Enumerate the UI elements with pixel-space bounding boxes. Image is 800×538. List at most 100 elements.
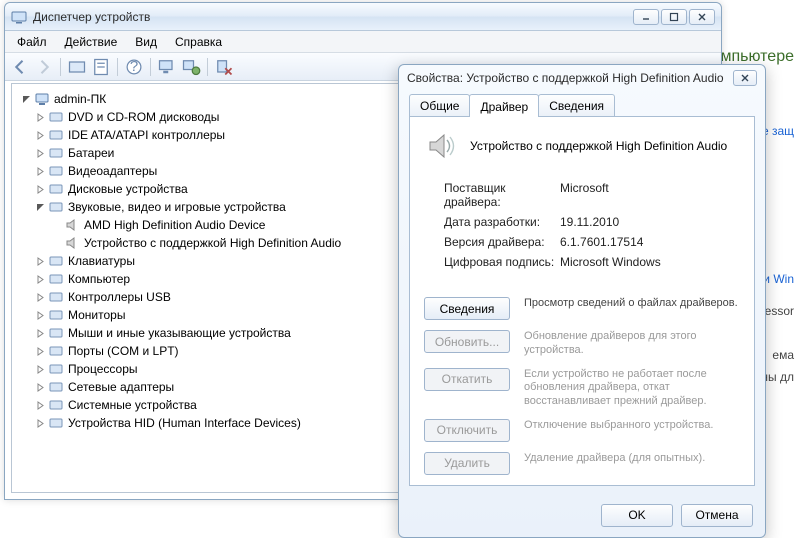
tree-root-label: admin-ПК [54, 92, 106, 106]
category-icon [48, 109, 64, 125]
devmgr-icon [11, 9, 27, 25]
category-icon [48, 127, 64, 143]
svg-text:?: ? [130, 57, 138, 74]
driver-update-desc: Обновление драйверов для этого устройств… [524, 330, 740, 358]
tree-category-label: Видеоадаптеры [68, 164, 157, 178]
expand-arrow-icon[interactable] [34, 345, 46, 357]
properties-dialog: Свойства: Устройство с поддержкой High D… [398, 64, 766, 538]
driver-details-button[interactable]: Сведения [424, 297, 510, 320]
bg-link: е защ [762, 124, 794, 138]
category-icon [48, 379, 64, 395]
tab-driver[interactable]: Драйвер [469, 94, 539, 117]
expand-arrow-icon[interactable] [34, 363, 46, 375]
driver-disable-button[interactable]: Отключить [424, 419, 510, 442]
tool-properties-icon[interactable] [90, 56, 112, 78]
toolbar-divider [150, 58, 151, 76]
tree-category-label: Порты (COM и LPT) [68, 344, 179, 358]
category-icon [48, 181, 64, 197]
value-version: 6.1.7601.17514 [560, 235, 643, 249]
expand-arrow-icon[interactable] [34, 147, 46, 159]
titlebar[interactable]: Диспетчер устройств [5, 3, 721, 31]
value-provider: Microsoft [560, 181, 609, 209]
label-version: Версия драйвера: [444, 235, 560, 249]
category-icon [48, 307, 64, 323]
cancel-button[interactable]: Отмена [681, 504, 753, 527]
category-icon [48, 325, 64, 341]
speaker-icon [64, 235, 80, 251]
tool-scan-icon[interactable] [156, 56, 178, 78]
driver-update-button[interactable]: Обновить... [424, 330, 510, 353]
tree-category-label: Мониторы [68, 308, 125, 322]
driver-rollback-desc: Если устройство не работает после обновл… [524, 368, 740, 409]
expand-arrow-icon[interactable] [34, 399, 46, 411]
window-title: Диспетчер устройств [33, 10, 633, 24]
close-button[interactable] [689, 9, 715, 25]
tool-update-icon[interactable] [180, 56, 202, 78]
tree-category-label: DVD и CD-ROM дисководы [68, 110, 219, 124]
ok-button[interactable]: OK [601, 504, 673, 527]
tree-category-label: Компьютер [68, 272, 130, 286]
menu-file[interactable]: Файл [9, 33, 55, 51]
driver-rollback-button[interactable]: Откатить [424, 368, 510, 391]
expand-arrow-icon[interactable] [34, 273, 46, 285]
tree-category-label: Клавиатуры [68, 254, 135, 268]
dialog-title: Свойства: Устройство с поддержкой High D… [407, 71, 724, 85]
category-icon [48, 289, 64, 305]
speaker-icon [424, 129, 458, 163]
label-signature: Цифровая подпись: [444, 255, 560, 269]
expand-arrow-icon[interactable] [34, 417, 46, 429]
bg-text: ны дл [761, 370, 794, 384]
menubar: Файл Действие Вид Справка [5, 31, 721, 53]
tree-category-label: Батареи [68, 146, 114, 160]
label-provider: Поставщик драйвера: [444, 181, 560, 209]
expand-arrow-icon[interactable] [34, 129, 46, 141]
speaker-icon [64, 217, 80, 233]
tool-uninstall-icon[interactable] [213, 56, 235, 78]
value-signature: Microsoft Windows [560, 255, 661, 269]
category-icon [48, 397, 64, 413]
expand-arrow-icon[interactable] [34, 327, 46, 339]
tab-general[interactable]: Общие [409, 94, 470, 117]
tree-category-label: Сетевые адаптеры [68, 380, 174, 394]
minimize-button[interactable] [633, 9, 659, 25]
driver-uninstall-button[interactable]: Удалить [424, 452, 510, 475]
tool-help-icon[interactable]: ? [123, 56, 145, 78]
expand-arrow-icon[interactable] [34, 291, 46, 303]
tree-device-label: Устройство с поддержкой High Definition … [84, 236, 341, 250]
tree-category-label: Мыши и иные указывающие устройства [68, 326, 291, 340]
category-icon [48, 145, 64, 161]
nav-fwd-button[interactable] [33, 56, 55, 78]
category-icon [48, 271, 64, 287]
dialog-titlebar[interactable]: Свойства: Устройство с поддержкой High D… [399, 65, 765, 91]
tree-category-label: IDE ATA/ATAPI контроллеры [68, 128, 225, 142]
tab-details[interactable]: Сведения [538, 94, 615, 117]
tree-category-label: Системные устройства [68, 398, 197, 412]
tree-category-label: Устройства HID (Human Interface Devices) [68, 416, 301, 430]
expand-arrow-icon[interactable] [34, 381, 46, 393]
toolbar-divider [60, 58, 61, 76]
expand-arrow-icon[interactable] [34, 183, 46, 195]
expand-arrow-icon[interactable] [34, 111, 46, 123]
expand-arrow-icon[interactable] [34, 201, 46, 213]
dialog-close-button[interactable] [733, 70, 757, 86]
tree-category-label: Звуковые, видео и игровые устройства [68, 200, 286, 214]
expand-arrow-icon[interactable] [20, 93, 32, 105]
expand-arrow-icon[interactable] [34, 165, 46, 177]
nav-back-button[interactable] [9, 56, 31, 78]
tree-category-label: Процессоры [68, 362, 138, 376]
menu-view[interactable]: Вид [127, 33, 165, 51]
tree-device-label: AMD High Definition Audio Device [84, 218, 265, 232]
maximize-button[interactable] [661, 9, 687, 25]
menu-help[interactable]: Справка [167, 33, 230, 51]
menu-action[interactable]: Действие [57, 33, 126, 51]
bg-text: ема [772, 348, 794, 362]
tabstrip: Общие Драйвер Сведения [409, 94, 755, 117]
label-date: Дата разработки: [444, 215, 560, 229]
expand-arrow-icon[interactable] [34, 309, 46, 321]
computer-icon [34, 91, 50, 107]
tool-show-hidden-icon[interactable] [66, 56, 88, 78]
category-icon [48, 199, 64, 215]
toolbar-divider [117, 58, 118, 76]
expand-arrow-icon[interactable] [34, 255, 46, 267]
device-name: Устройство с поддержкой High Definition … [470, 139, 727, 153]
